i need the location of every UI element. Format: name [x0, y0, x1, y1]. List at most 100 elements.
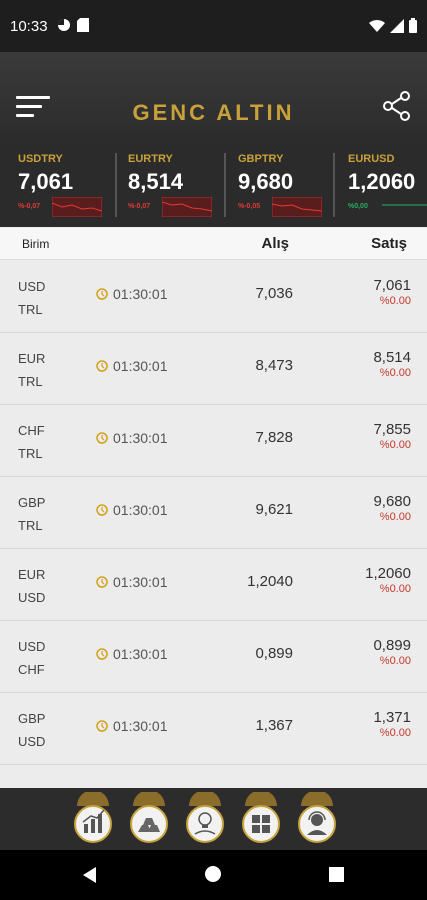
clock-icon — [96, 360, 108, 372]
pair-base: GBP — [18, 711, 46, 726]
gold-bars-icon — [130, 790, 168, 843]
status-time: 10:33 — [10, 18, 48, 35]
column-header-sell: Satış — [371, 235, 407, 252]
column-header-unit: Birim — [22, 237, 50, 251]
app-header: GENC ALTIN — [0, 52, 427, 147]
ticker-change: %-0,05 — [238, 203, 261, 210]
sell-change: %0.00 — [379, 727, 411, 739]
back-icon — [83, 867, 96, 883]
ticker-value: 9,680 — [238, 169, 294, 194]
sell-change: %0.00 — [379, 583, 411, 595]
share-icon — [383, 91, 410, 121]
sparkline-chart — [162, 197, 212, 217]
clock-icon — [96, 432, 108, 444]
table-row[interactable]: GBP TRL 01:30:01 9,621 9,680 %0.00 — [0, 477, 427, 549]
pair-quote: USD — [18, 734, 46, 749]
buy-value: 9,621 — [255, 501, 293, 518]
update-time: 01:30:01 — [113, 358, 168, 374]
buy-value: 0,899 — [255, 645, 293, 662]
pair-quote: CHF — [18, 662, 45, 677]
table-row[interactable]: EUR TRL 01:30:01 8,473 8,514 %0.00 — [0, 333, 427, 405]
table-row[interactable]: CHF TRL 01:30:01 7,828 7,855 %0.00 — [0, 405, 427, 477]
bottom-nav — [0, 788, 427, 850]
sell-change: %0.00 — [379, 295, 411, 307]
sparkline-chart — [272, 197, 322, 217]
pair-base: GBP — [18, 495, 46, 510]
clock-icon — [96, 720, 108, 732]
nav-support-button[interactable] — [297, 790, 337, 844]
back-button[interactable] — [82, 866, 98, 889]
pair-base: USD — [18, 279, 46, 294]
buy-value: 1,367 — [255, 717, 293, 734]
status-bar: 10:33 — [0, 0, 427, 52]
clock-icon — [96, 288, 108, 300]
update-time: 01:30:01 — [113, 718, 168, 734]
ticker-change: %-0,07 — [18, 203, 41, 210]
clock-icon — [96, 648, 108, 660]
nav-idea-button[interactable] — [185, 790, 225, 844]
sell-value: 1,2060 — [365, 565, 411, 582]
buy-value: 8,473 — [255, 357, 293, 374]
table-row[interactable]: GBP USD 01:30:01 1,367 1,371 %0.00 — [0, 693, 427, 765]
sell-value: 1,371 — [373, 709, 411, 726]
sd-card-icon — [77, 18, 89, 37]
share-button[interactable] — [383, 91, 411, 121]
sell-change: %0.00 — [379, 367, 411, 379]
ticker-eurtry[interactable]: EURTRY 8,514 %-0,07 — [128, 147, 238, 227]
sell-value: 0,899 — [373, 637, 411, 654]
buy-value: 7,036 — [255, 285, 293, 302]
recent-apps-button[interactable] — [329, 867, 344, 882]
pair-quote: USD — [18, 590, 46, 605]
nav-gold-button[interactable] — [129, 790, 169, 844]
pair-base: USD — [18, 639, 46, 654]
ticker-gbptry[interactable]: GBPTRY 9,680 %-0,05 — [238, 147, 348, 227]
pair-quote: TRL — [18, 518, 43, 533]
ticker-name: GBPTRY — [238, 153, 284, 165]
pair-base: CHF — [18, 423, 45, 438]
sell-value: 7,855 — [373, 421, 411, 438]
pair-base: EUR — [18, 567, 46, 582]
menu-icon — [16, 96, 50, 99]
ticker-change: %0,00 — [348, 203, 368, 210]
clock-icon — [96, 504, 108, 516]
rate-list: USD TRL 01:30:01 7,036 7,061 %0.00 EUR TRL … — [0, 261, 427, 837]
update-time: 01:30:01 — [113, 430, 168, 446]
sell-value: 9,680 — [373, 493, 411, 510]
table-row[interactable]: USD CHF 01:30:01 0,899 0,899 %0.00 — [0, 621, 427, 693]
column-header-buy: Alış — [261, 235, 289, 252]
android-nav-bar — [0, 850, 427, 900]
sell-change: %0.00 — [379, 439, 411, 451]
update-time: 01:30:01 — [113, 286, 168, 302]
home-button[interactable] — [205, 866, 221, 882]
ticker-value: 1,2060 — [348, 169, 416, 194]
table-row[interactable]: USD TRL 01:30:01 7,036 7,061 %0.00 — [0, 261, 427, 333]
ticker-name: USDTRY — [18, 153, 63, 165]
ticker-usdtry[interactable]: USDTRY 7,061 %-0,07 — [18, 147, 128, 227]
update-time: 01:30:01 — [113, 646, 168, 662]
wifi-icon — [369, 19, 385, 38]
support-icon — [298, 790, 336, 843]
ticker-bar: USDTRY 7,061 %-0,07 EURTRY 8,514 %-0,07 … — [0, 147, 427, 227]
sell-value: 7,061 — [373, 277, 411, 294]
sparkline-chart — [382, 204, 427, 206]
pair-quote: TRL — [18, 446, 43, 461]
signal-icon — [390, 18, 404, 38]
pie-icon — [57, 18, 71, 37]
nav-chart-button[interactable] — [73, 790, 113, 844]
sparkline-chart — [52, 197, 102, 217]
update-time: 01:30:01 — [113, 574, 168, 590]
table-row[interactable]: EUR USD 01:30:01 1,2040 1,2060 %0.00 — [0, 549, 427, 621]
ticker-eurusd[interactable]: EURUSD 1,2060 %0,00 — [348, 147, 427, 227]
sell-change: %0.00 — [379, 655, 411, 667]
nav-calculator-button[interactable] — [241, 790, 281, 844]
ticker-change: %-0,07 — [128, 203, 151, 210]
chart-icon — [74, 790, 112, 843]
sell-change: %0.00 — [379, 511, 411, 523]
sell-value: 8,514 — [373, 349, 411, 366]
app-logo: GENC ALTIN — [132, 100, 295, 125]
idea-icon — [186, 790, 224, 843]
battery-icon — [409, 18, 417, 38]
pair-base: EUR — [18, 351, 46, 366]
calculator-icon — [242, 790, 280, 843]
table-header: Birim Alış Satış — [0, 228, 427, 260]
